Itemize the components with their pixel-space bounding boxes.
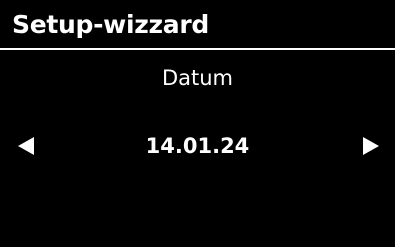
- next-button[interactable]: [361, 136, 381, 156]
- field-label: Datum: [161, 66, 234, 90]
- header-bar: Setup-wizzard: [0, 0, 395, 50]
- value-selector: 14.01.24: [0, 130, 395, 162]
- page-title: Setup-wizzard: [12, 10, 209, 39]
- triangle-right-icon: [363, 137, 379, 155]
- device-screen: Setup-wizzard Datum 14.01.24: [0, 0, 395, 247]
- date-value: 14.01.24: [145, 134, 250, 158]
